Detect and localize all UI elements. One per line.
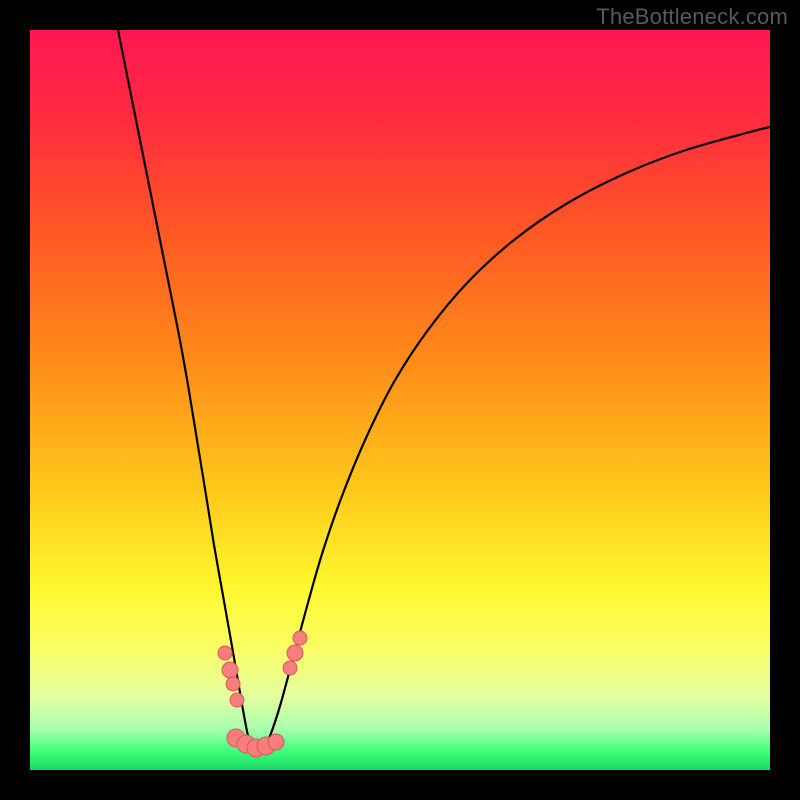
chart-svg	[30, 30, 770, 770]
plot-area	[30, 30, 770, 770]
data-marker	[218, 646, 232, 660]
data-marker	[283, 661, 297, 675]
data-marker	[293, 631, 307, 645]
data-marker	[226, 677, 240, 691]
data-marker	[230, 693, 244, 707]
chart-frame: TheBottleneck.com	[0, 0, 800, 800]
data-marker	[268, 734, 284, 750]
data-marker	[287, 645, 303, 661]
watermark-text: TheBottleneck.com	[596, 4, 788, 30]
data-marker	[222, 662, 238, 678]
